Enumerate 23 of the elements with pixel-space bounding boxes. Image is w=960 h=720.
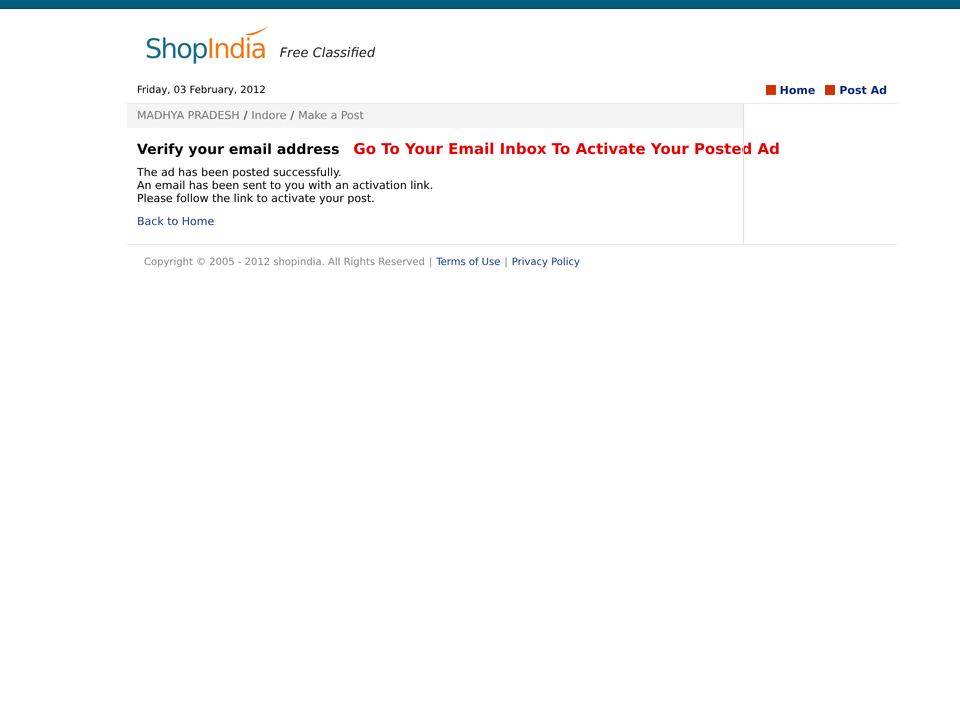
copyright-text: Copyright © 2005 - 2012 shopindia. All Rights Reserved <box>144 257 425 268</box>
footer-separator: | <box>504 257 508 268</box>
tagline: Free Classified <box>280 46 376 61</box>
nav-link[interactable]: Post Ad <box>839 84 887 96</box>
message-line: Please follow the link to activate your post. <box>137 192 376 205</box>
annotation-text: Go To Your Email Inbox To Activate Your Posted Ad <box>353 140 780 158</box>
square-icon <box>825 85 836 95</box>
footer-link[interactable]: Terms of Use <box>436 257 500 268</box>
back-link[interactable]: Back to Home <box>137 215 214 228</box>
date-text: Friday, 03 February, 2012 <box>137 84 266 96</box>
breadcrumb-link[interactable]: Make a Post <box>298 109 364 123</box>
square-icon <box>766 85 776 95</box>
breadcrumb-link[interactable]: MADHYA PRADESH <box>137 109 240 123</box>
message-line: An email has been sent to you with an activation link. <box>137 179 434 192</box>
message-line: The ad has been posted successfully. <box>137 166 343 179</box>
page-heading: Verify your email address <box>137 142 340 158</box>
breadcrumb-separator: / <box>244 109 248 123</box>
footer-link[interactable]: Privacy Policy <box>512 257 580 268</box>
footer-separator: | <box>428 257 432 268</box>
logo[interactable]: ShopIndia <box>145 25 270 67</box>
breadcrumb-link[interactable]: Indore <box>251 109 286 123</box>
breadcrumb-separator: / <box>290 109 294 123</box>
nav-link[interactable]: Home <box>780 84 816 96</box>
